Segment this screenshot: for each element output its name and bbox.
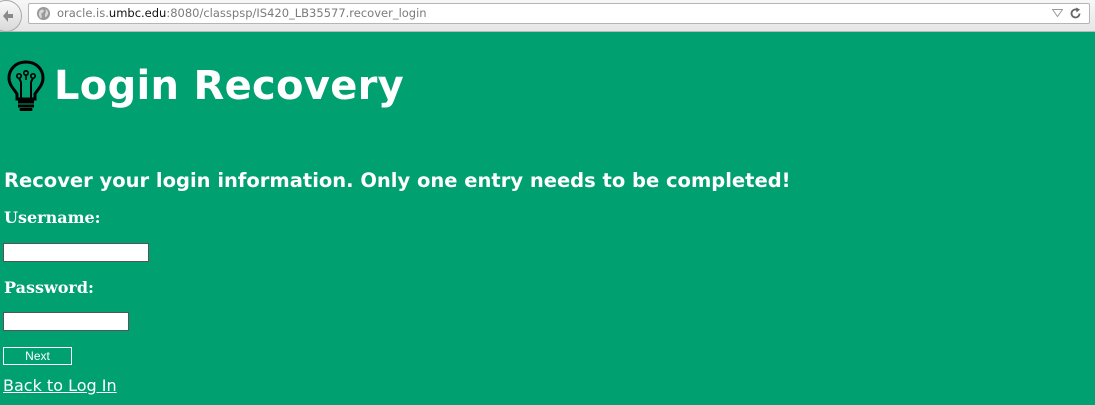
next-button[interactable]: Next bbox=[3, 347, 72, 365]
back-arrow-icon bbox=[3, 10, 13, 22]
globe-icon bbox=[36, 6, 51, 21]
browser-toolbar: oracle.is.umbc.edu:8080/classpsp/IS420_L… bbox=[0, 0, 1095, 32]
back-to-login-link[interactable]: Back to Log In bbox=[3, 376, 117, 395]
instructions-heading: Recover your login information. Only one… bbox=[4, 169, 791, 192]
url-prefix: oracle.is. bbox=[57, 6, 109, 20]
url-path: :8080/classpsp/IS420_LB35577.recover_log… bbox=[166, 6, 427, 20]
url-domain: umbc.edu bbox=[108, 6, 167, 20]
address-bar[interactable]: oracle.is.umbc.edu:8080/classpsp/IS420_L… bbox=[28, 3, 1090, 24]
page-title: Login Recovery bbox=[54, 63, 405, 109]
username-input[interactable] bbox=[3, 243, 149, 262]
reload-icon[interactable] bbox=[1069, 7, 1082, 20]
browser-back-button[interactable] bbox=[0, 0, 22, 32]
lightbulb-icon bbox=[7, 60, 45, 111]
url-text: oracle.is.umbc.edu:8080/classpsp/IS420_L… bbox=[57, 6, 427, 20]
page-header: Login Recovery bbox=[6, 58, 404, 114]
password-input[interactable] bbox=[3, 312, 129, 331]
dropdown-icon[interactable] bbox=[1052, 9, 1063, 17]
password-label: Password: bbox=[4, 278, 94, 297]
username-label: Username: bbox=[4, 208, 101, 227]
